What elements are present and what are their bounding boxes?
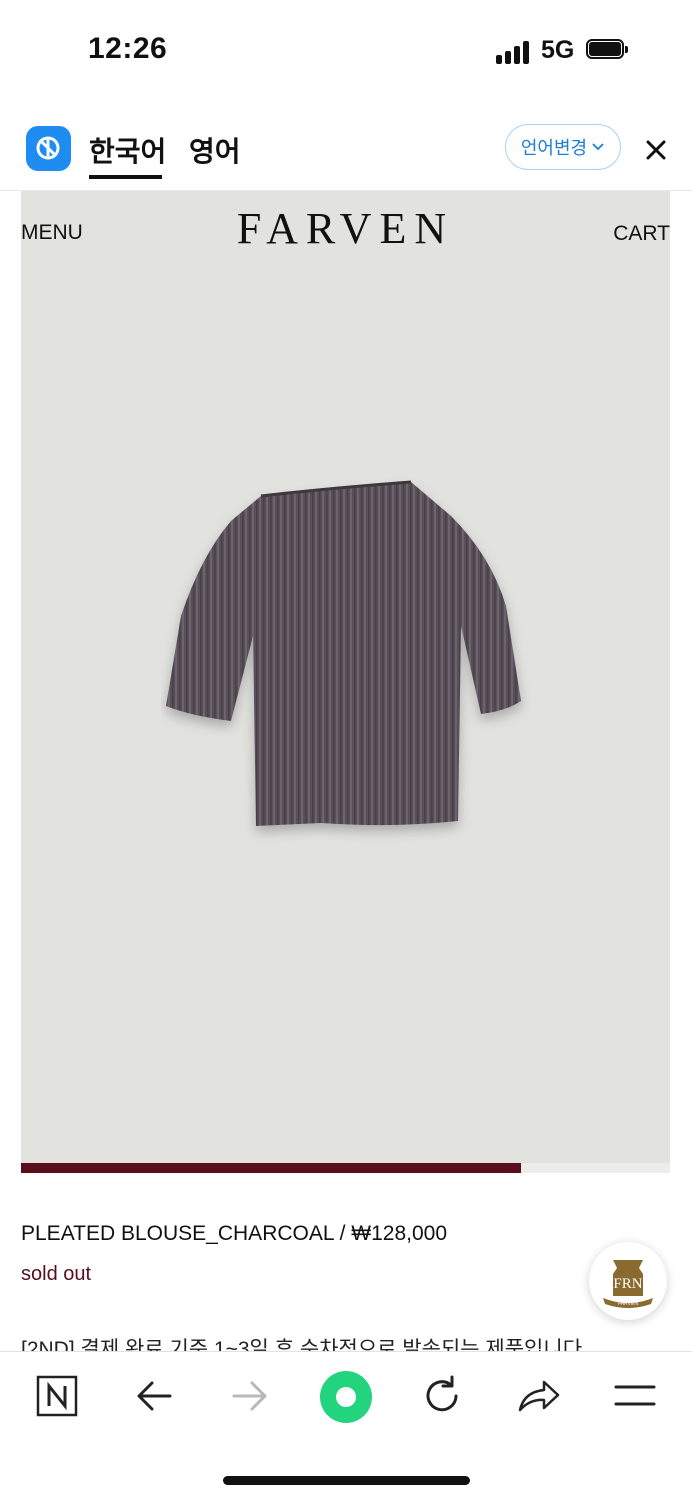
change-language-label: 언어변경 xyxy=(520,138,588,158)
naver-home-icon[interactable] xyxy=(33,1372,81,1420)
change-language-button[interactable]: 언어변경 xyxy=(505,124,621,170)
badge-subtext: FARVEN xyxy=(618,1301,638,1307)
product-gallery[interactable]: MENU FARVEN CART xyxy=(21,191,670,1165)
battery-icon xyxy=(586,39,628,61)
active-tab-indicator xyxy=(89,175,162,179)
network-label: 5G xyxy=(541,36,575,64)
refresh-icon[interactable] xyxy=(418,1372,466,1420)
browser-toolbar xyxy=(0,1351,692,1441)
translate-app-icon[interactable] xyxy=(26,126,71,171)
translation-bar: 한국어 영어 언어변경 xyxy=(0,100,692,191)
signal-icon xyxy=(496,40,532,64)
hamburger-menu-icon[interactable] xyxy=(611,1372,659,1420)
product-title: PLEATED BLOUSE_CHARCOAL / ₩128,000 xyxy=(21,1222,447,1245)
tab-korean[interactable]: 한국어 xyxy=(89,130,166,170)
close-icon[interactable] xyxy=(640,134,672,166)
badge-text: FRN xyxy=(613,1276,642,1292)
status-time: 12:26 xyxy=(88,32,168,65)
gallery-progress-fill xyxy=(21,1163,521,1173)
cart-link[interactable]: CART xyxy=(613,222,670,246)
frn-logo-icon: FRN FARVEN xyxy=(603,1260,653,1308)
forward-arrow-icon[interactable] xyxy=(226,1372,274,1420)
chevron-down-icon xyxy=(592,143,604,151)
product-image xyxy=(166,480,521,826)
share-icon[interactable] xyxy=(514,1372,562,1420)
frn-badge-button[interactable]: FRN FARVEN xyxy=(589,1242,667,1320)
back-arrow-icon[interactable] xyxy=(130,1372,178,1420)
green-dot-icon[interactable] xyxy=(319,1370,373,1424)
gallery-progress xyxy=(21,1163,670,1173)
status-bar: 12:26 5G xyxy=(0,0,692,100)
shipping-note: [2ND] 결제 완료 기준 1~3일 후 순차적으로 발송되는 제품입니다. xyxy=(21,1338,588,1352)
home-indicator xyxy=(223,1476,470,1485)
brand-logo[interactable]: FARVEN xyxy=(21,203,670,254)
sold-out-label: sold out xyxy=(21,1263,92,1285)
tab-english[interactable]: 영어 xyxy=(189,130,241,170)
